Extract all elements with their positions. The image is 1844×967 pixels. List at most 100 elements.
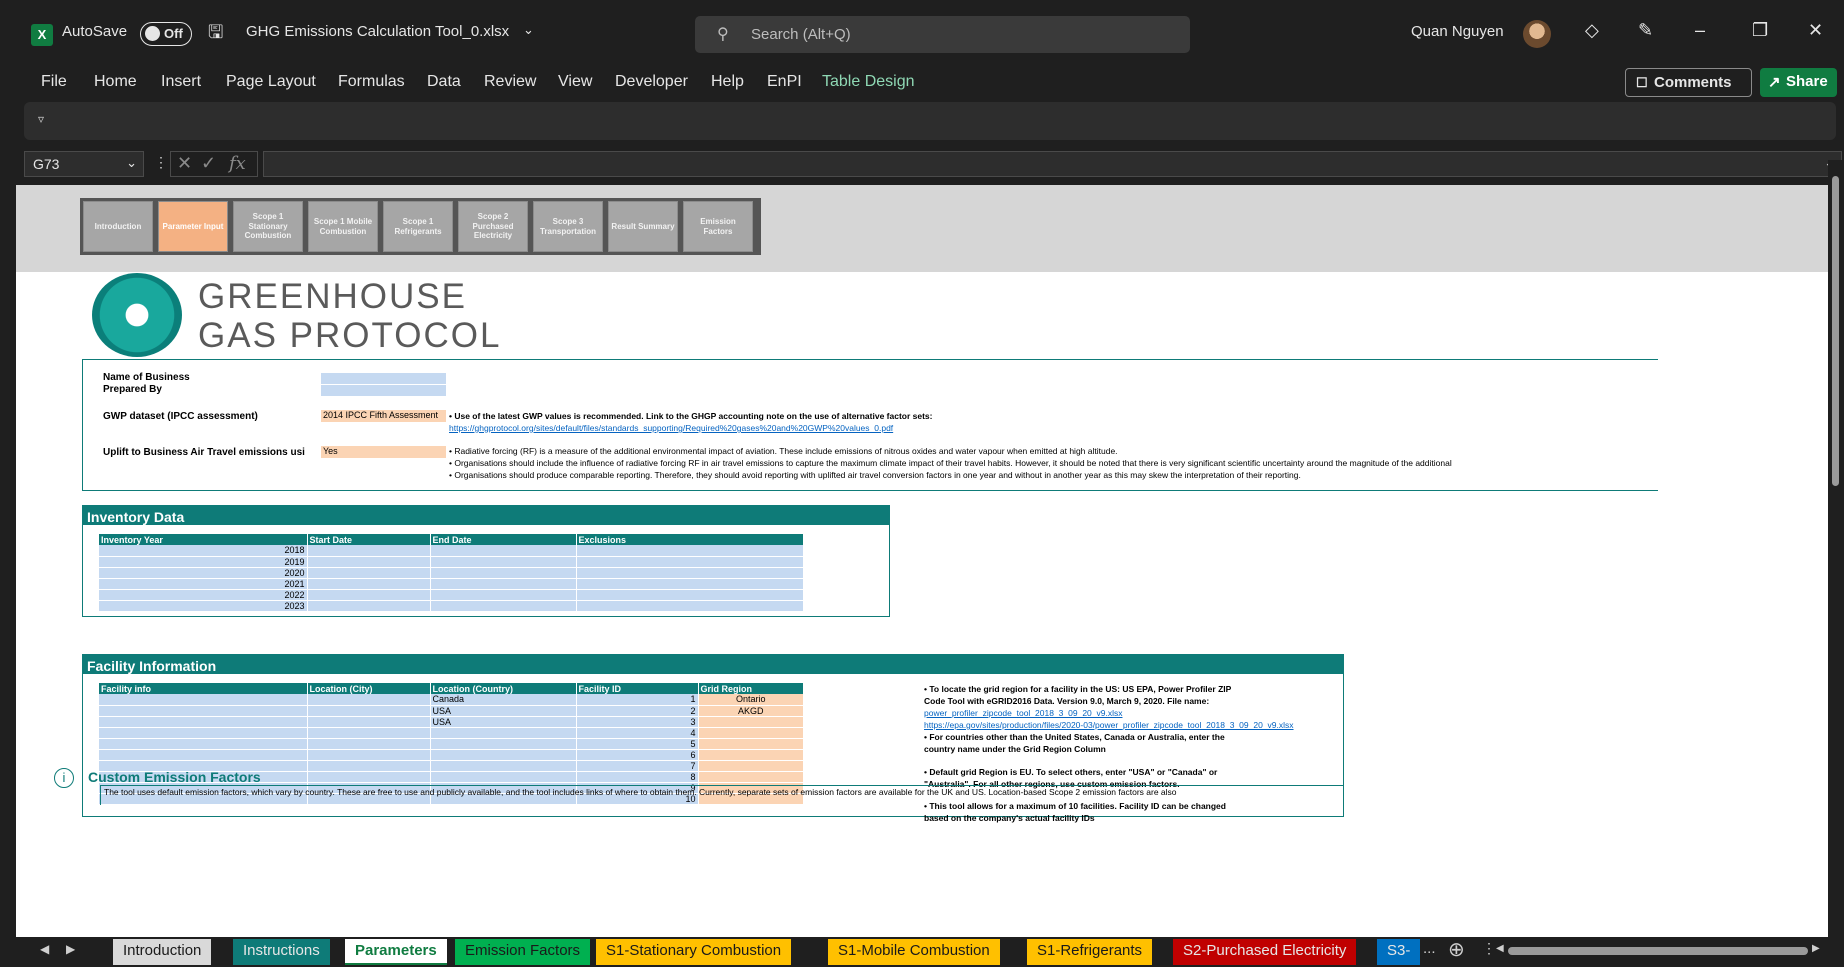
share-button[interactable]: ↗ Share	[1760, 68, 1837, 97]
menu-insert[interactable]: Insert	[161, 73, 201, 91]
menu-home[interactable]: Home	[94, 73, 137, 91]
location-country-cell[interactable]	[430, 760, 577, 772]
nav-scope2-electricity[interactable]: Scope 2 Purchased Electricity	[458, 201, 528, 252]
start-date-cell[interactable]	[307, 600, 431, 612]
search-box[interactable]: ⚲ Search (Alt+Q)	[695, 16, 1190, 53]
facility-id-cell[interactable]: 3	[576, 716, 699, 728]
menu-data[interactable]: Data	[427, 73, 461, 91]
check-icon[interactable]: ✓	[201, 153, 216, 174]
comments-button[interactable]: ☐ Comments	[1625, 68, 1752, 97]
nav-scope1-refrigerants[interactable]: Scope 1 Refrigerants	[383, 201, 453, 252]
menu-table-design[interactable]: Table Design	[822, 73, 915, 91]
grid-region-cell[interactable]: Ontario	[698, 694, 804, 706]
expand-ribbon-icon[interactable]: ▿	[38, 112, 44, 126]
uplift-select[interactable]: Yes	[321, 446, 446, 458]
facility-info-cell[interactable]	[99, 694, 308, 706]
facility-info-cell[interactable]	[99, 705, 308, 717]
nav-scope1-stationary[interactable]: Scope 1 Stationary Combustion	[233, 201, 303, 252]
gwp-link[interactable]: https://ghgprotocol.org/sites/default/fi…	[449, 423, 893, 433]
fx-icon[interactable]: fx	[229, 153, 246, 174]
facility-id-cell[interactable]: 1	[576, 694, 699, 706]
facility-info-cell[interactable]	[99, 738, 308, 750]
facility-info-cell[interactable]	[99, 749, 308, 761]
worksheet[interactable]: Introduction Parameter Input Scope 1 Sta…	[16, 185, 1828, 937]
end-date-cell[interactable]	[430, 600, 577, 612]
menu-developer[interactable]: Developer	[615, 73, 688, 91]
diamond-icon[interactable]: ◇	[1585, 20, 1599, 41]
avatar[interactable]	[1523, 20, 1551, 48]
facility-id-cell[interactable]: 2	[576, 705, 699, 717]
exclusions-cell[interactable]	[576, 578, 804, 590]
facility-id-cell[interactable]: 4	[576, 727, 699, 739]
location-country-cell[interactable]: USA	[430, 705, 577, 717]
start-date-cell[interactable]	[307, 578, 431, 590]
formula-input[interactable]: ⌄	[263, 151, 1842, 177]
location-city-cell[interactable]	[307, 705, 431, 717]
end-date-cell[interactable]	[430, 589, 577, 601]
inventory-year-cell[interactable]: 2022	[99, 589, 308, 601]
more-icon[interactable]: ⋮	[154, 154, 168, 171]
facility-id-cell[interactable]: 6	[576, 749, 699, 761]
grid-region-cell[interactable]	[698, 749, 804, 761]
tab-prev-icon[interactable]: ◀	[40, 942, 49, 956]
location-country-cell[interactable]: Canada	[430, 694, 577, 706]
save-icon[interactable]: 🖫	[208, 20, 223, 50]
location-country-cell[interactable]: USA	[430, 716, 577, 728]
menu-view[interactable]: View	[558, 73, 592, 91]
grid-region-cell[interactable]	[698, 716, 804, 728]
menu-formulas[interactable]: Formulas	[338, 73, 405, 91]
tab-s3[interactable]: S3-	[1377, 939, 1421, 965]
facility-link-1[interactable]: power_profiler_zipcode_tool_2018_3_09_20…	[924, 708, 1122, 718]
grid-region-cell[interactable]	[698, 738, 804, 750]
cancel-icon[interactable]: ✕	[177, 153, 192, 174]
tab-s2-purchased-electricity[interactable]: S2-Purchased Electricity	[1173, 939, 1357, 965]
inventory-year-cell[interactable]: 2020	[99, 567, 308, 579]
location-city-cell[interactable]	[307, 771, 431, 783]
end-date-cell[interactable]	[430, 545, 577, 557]
restore-icon[interactable]: ❐	[1752, 20, 1768, 41]
exclusions-cell[interactable]	[576, 589, 804, 601]
vertical-scrollbar[interactable]	[1828, 160, 1844, 937]
facility-id-cell[interactable]: 5	[576, 738, 699, 750]
inventory-year-cell[interactable]: 2019	[99, 556, 308, 568]
tab-instructions[interactable]: Instructions	[233, 939, 330, 965]
inventory-year-cell[interactable]: 2023	[99, 600, 308, 612]
grid-region-cell[interactable]	[698, 727, 804, 739]
location-city-cell[interactable]	[307, 749, 431, 761]
tab-introduction[interactable]: Introduction	[113, 939, 212, 965]
menu-review[interactable]: Review	[484, 73, 536, 91]
chevron-down-icon[interactable]: ⌄	[126, 155, 137, 171]
grid-region-cell[interactable]	[698, 771, 804, 783]
facility-info-cell[interactable]	[99, 716, 308, 728]
name-of-business-input[interactable]	[321, 373, 446, 384]
autosave-toggle[interactable]: Off	[140, 22, 192, 46]
chevron-down-icon[interactable]: ⌄	[523, 22, 534, 38]
grid-region-cell[interactable]: AKGD	[698, 705, 804, 717]
menu-file[interactable]: File	[41, 73, 67, 91]
hscroll-left-icon[interactable]: ◀	[1496, 943, 1504, 954]
horizontal-scrollbar[interactable]	[1508, 947, 1808, 955]
nav-result-summary[interactable]: Result Summary	[608, 201, 678, 252]
tab-overflow[interactable]: ...	[1423, 940, 1436, 957]
facility-link-2[interactable]: https://epa.gov/sites/production/files/2…	[924, 720, 1294, 730]
start-date-cell[interactable]	[307, 567, 431, 579]
tab-s1-mobile[interactable]: S1-Mobile Combustion	[828, 939, 1000, 965]
nav-scope3-transportation[interactable]: Scope 3 Transportation	[533, 201, 603, 252]
close-icon[interactable]: ✕	[1808, 20, 1823, 41]
nav-introduction[interactable]: Introduction	[83, 201, 153, 252]
location-city-cell[interactable]	[307, 727, 431, 739]
name-box[interactable]: G73 ⌄	[24, 151, 144, 177]
nav-parameter-input[interactable]: Parameter Input	[158, 201, 228, 252]
exclusions-cell[interactable]	[576, 600, 804, 612]
start-date-cell[interactable]	[307, 545, 431, 557]
menu-help[interactable]: Help	[711, 73, 744, 91]
pen-icon[interactable]: ✎	[1638, 20, 1653, 41]
end-date-cell[interactable]	[430, 567, 577, 579]
nav-emission-factors[interactable]: Emission Factors	[683, 201, 753, 252]
location-city-cell[interactable]	[307, 760, 431, 772]
exclusions-cell[interactable]	[576, 556, 804, 568]
menu-page-layout[interactable]: Page Layout	[226, 73, 316, 91]
tab-s1-stationary[interactable]: S1-Stationary Combustion	[596, 939, 792, 965]
prepared-by-input[interactable]	[321, 385, 446, 396]
tab-parameters[interactable]: Parameters	[345, 939, 447, 965]
